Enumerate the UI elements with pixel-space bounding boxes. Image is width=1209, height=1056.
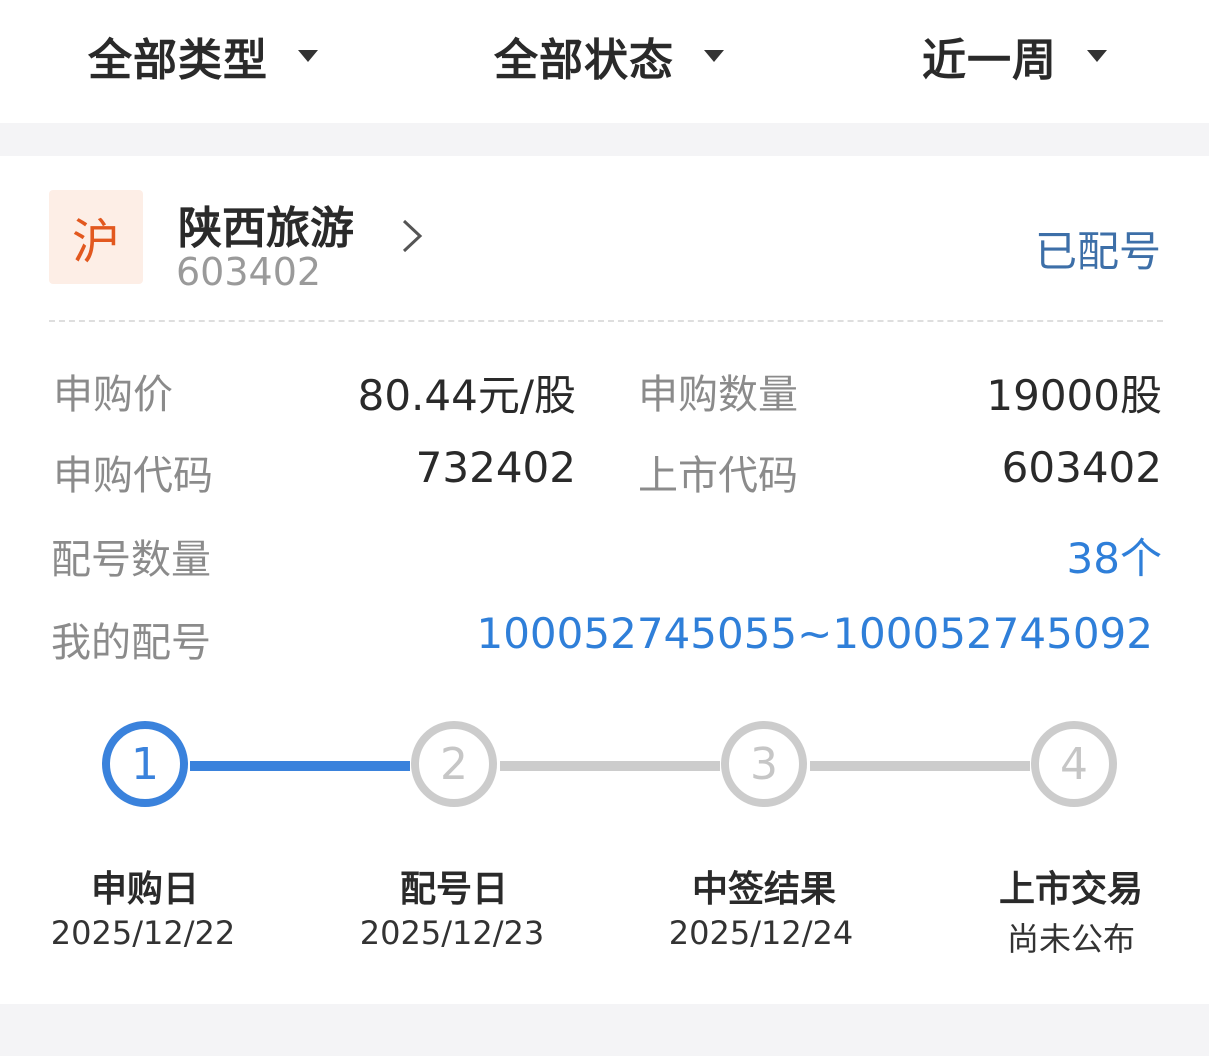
subscription-code-label: 申购代码: [53, 453, 213, 499]
step-1-circle: 1: [102, 721, 188, 807]
period-filter-dropdown[interactable]: 近一周: [922, 26, 1107, 86]
my-allocation-label: 我的配号: [51, 620, 211, 666]
subscription-code-value: 732402: [415, 443, 576, 492]
period-filter-label: 近一周: [922, 35, 1057, 86]
status-filter-dropdown[interactable]: 全部状态: [494, 26, 724, 86]
chevron-right-icon[interactable]: [398, 218, 426, 254]
market-badge: 沪: [49, 190, 143, 284]
caret-down-icon: [298, 50, 318, 62]
progress-line: [500, 761, 720, 771]
type-filter-label: 全部类型: [88, 35, 268, 86]
allocation-count-label: 配号数量: [51, 537, 211, 583]
allocation-count-value: 38个: [1066, 534, 1162, 583]
step-2-circle: 2: [411, 721, 497, 807]
step-2-date: 2025/12/23: [359, 914, 545, 952]
price-label: 申购价: [53, 372, 173, 418]
progress-line-active: [190, 761, 410, 771]
step-4-circle: 4: [1031, 721, 1117, 807]
price-value: 80.44元/股: [357, 371, 576, 420]
step-3-date: 2025/12/24: [668, 914, 854, 952]
caret-down-icon: [1087, 50, 1107, 62]
listing-code-value: 603402: [1001, 443, 1162, 492]
listing-code-label: 上市代码: [638, 453, 798, 499]
type-filter-dropdown[interactable]: 全部类型: [88, 26, 318, 86]
step-4-title: 上市交易: [998, 869, 1143, 910]
step-1-title: 申购日: [90, 869, 199, 910]
dashed-divider: [49, 320, 1163, 322]
status-badge: 已配号: [1034, 227, 1161, 276]
step-4-date: 尚未公布: [1006, 920, 1135, 958]
quantity-label: 申购数量: [638, 372, 798, 418]
status-filter-label: 全部状态: [494, 35, 674, 86]
stock-name[interactable]: 陕西旅游: [178, 192, 354, 256]
my-allocation-value: 100052745055~100052745092: [476, 609, 1153, 658]
quantity-value: 19000股: [986, 371, 1162, 420]
progress-line: [810, 761, 1030, 771]
step-2-title: 配号日: [399, 869, 508, 910]
caret-down-icon: [704, 50, 724, 62]
stock-code: 603402: [176, 250, 322, 294]
step-3-circle: 3: [721, 721, 807, 807]
step-1-date: 2025/12/22: [50, 914, 236, 952]
filter-bar: 全部类型 全部状态 近一周: [0, 0, 1209, 123]
step-3-title: 中签结果: [691, 869, 836, 910]
